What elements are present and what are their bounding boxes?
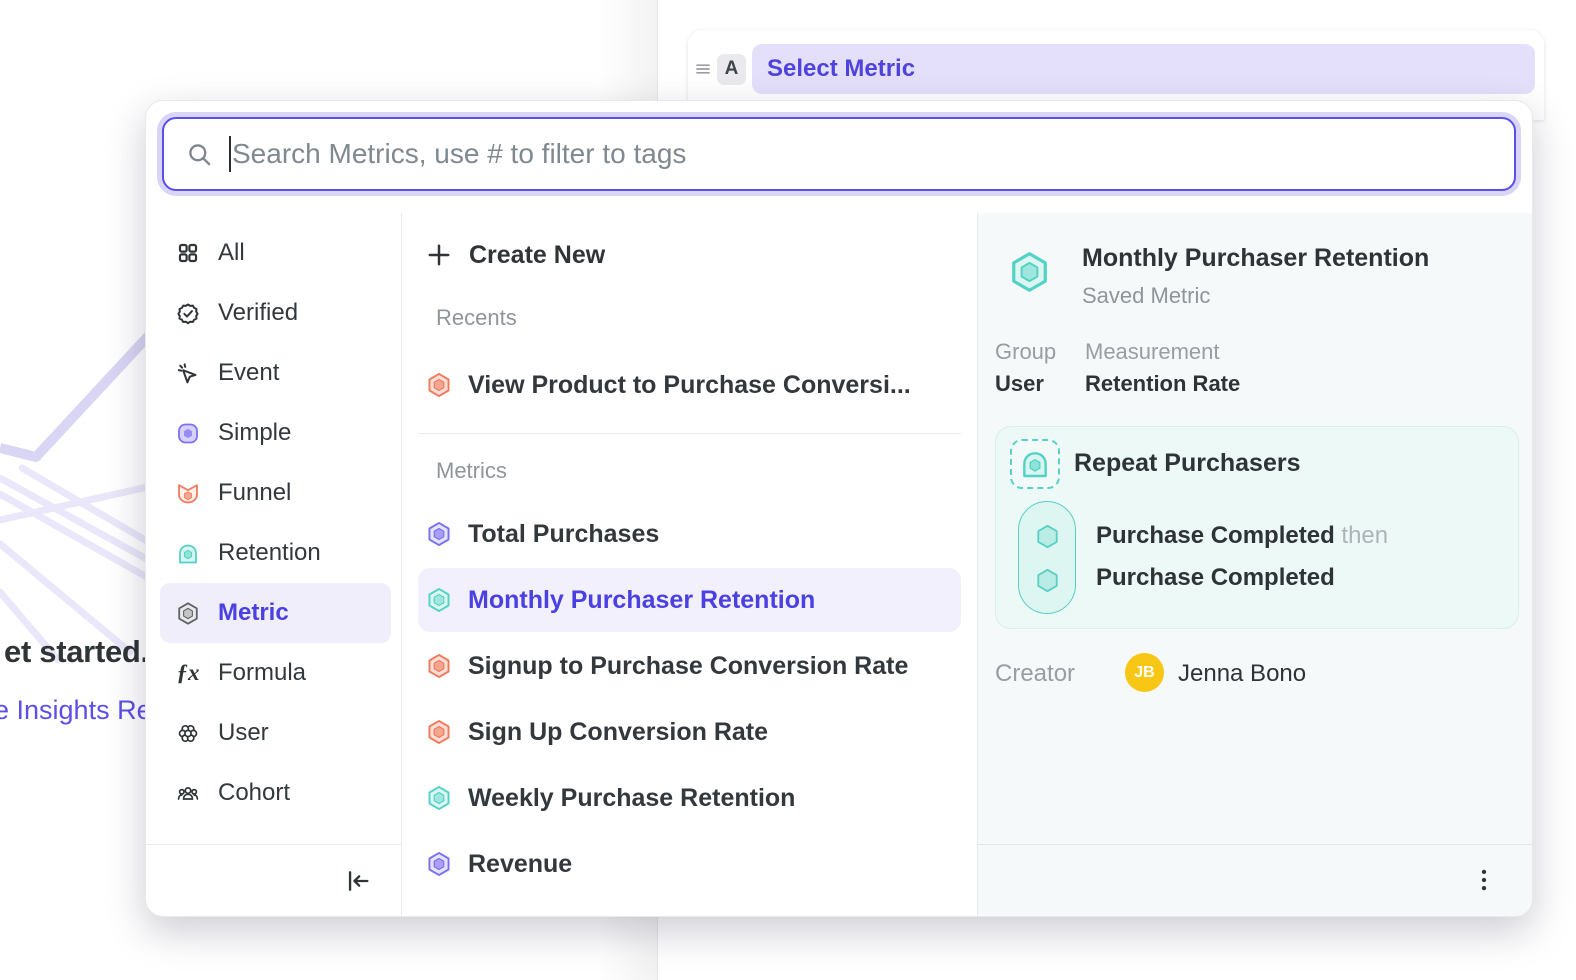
metric-list-item[interactable]: Weekly Purchase Retention	[418, 766, 961, 830]
metric-list-item-selected[interactable]: Monthly Purchaser Retention	[418, 568, 961, 632]
metric-list-item[interactable]: Sign Up Conversion Rate	[418, 700, 961, 764]
collapse-left-icon	[344, 867, 372, 895]
select-metric-label: Select Metric	[767, 55, 915, 83]
event-sequence-capsule	[1018, 501, 1076, 614]
metrics-section-label: Metrics	[436, 458, 977, 484]
metric-detail-panel: Monthly Purchaser Retention Saved Metric…	[977, 213, 1532, 916]
sidebar-item-metric[interactable]: Metric	[160, 583, 391, 643]
measurement-value: Retention Rate	[1085, 371, 1240, 397]
orange-metric-hexagon-icon	[426, 718, 452, 746]
more-options-button[interactable]	[1466, 862, 1502, 898]
metric-list-panel: Create New Recents View Product to Purch…	[402, 213, 977, 916]
sidebar-item-cohort[interactable]: Cohort	[160, 763, 391, 823]
creator-label: Creator	[995, 660, 1075, 688]
teal-metric-hexagon-icon	[426, 784, 452, 812]
select-metric-control[interactable]: Select Metric	[752, 44, 1535, 94]
detail-footer	[978, 844, 1532, 916]
teal-metric-hexagon-icon	[426, 586, 452, 614]
user-cluster-icon	[176, 721, 200, 745]
metric-hexagon-icon	[176, 601, 200, 625]
purple-metric-hexagon-icon	[426, 520, 452, 548]
sidebar-footer	[146, 844, 401, 916]
orange-metric-hexagon-icon	[426, 652, 452, 680]
detail-title: Monthly Purchaser Retention	[1082, 244, 1429, 273]
sidebar-item-event[interactable]: Event	[160, 343, 391, 403]
sidebar-item-formula[interactable]: ƒx Formula	[160, 643, 391, 703]
collapse-sidebar-button[interactable]	[341, 864, 375, 898]
metric-picker-modal: All Verified Event Simple Funnel	[145, 100, 1533, 917]
cohort-people-icon	[176, 781, 200, 805]
background-insights-link[interactable]: e Insights Re	[0, 695, 152, 726]
group-label: Group	[995, 339, 1056, 365]
funnel-icon	[176, 481, 200, 505]
group-value: User	[995, 371, 1044, 397]
measurement-label: Measurement	[1085, 339, 1220, 365]
metric-list-item[interactable]: Revenue	[418, 832, 961, 896]
definition-step-2: Purchase Completed	[1096, 564, 1335, 592]
search-box[interactable]	[162, 117, 1516, 191]
grid-icon	[176, 241, 200, 265]
creator-avatar: JB	[1125, 653, 1164, 692]
sidebar-item-retention[interactable]: Retention	[160, 523, 391, 583]
step-connector: then	[1341, 522, 1388, 549]
text-caret	[229, 136, 231, 172]
creator-name: Jenna Bono	[1178, 660, 1306, 688]
simple-metric-icon	[176, 421, 200, 445]
list-divider	[418, 433, 961, 434]
retention-definition-icon	[1010, 439, 1060, 489]
type-filter-sidebar: All Verified Event Simple Funnel	[146, 213, 402, 916]
recents-section-label: Recents	[436, 305, 977, 331]
sidebar-item-funnel[interactable]: Funnel	[160, 463, 391, 523]
event-hexagon-icon	[1034, 523, 1061, 550]
search-icon	[186, 141, 213, 168]
kebab-menu-icon	[1471, 867, 1497, 893]
cursor-click-icon	[176, 361, 200, 385]
metric-list-item[interactable]: Total Purchases	[418, 502, 961, 566]
purple-metric-hexagon-icon	[426, 850, 452, 878]
retention-icon	[176, 541, 200, 565]
recent-item[interactable]: View Product to Purchase Conversi...	[418, 353, 961, 417]
sidebar-item-verified[interactable]: Verified	[160, 283, 391, 343]
detail-subtitle: Saved Metric	[1082, 283, 1210, 309]
sidebar-item-user[interactable]: User	[160, 703, 391, 763]
formula-fx-icon: ƒx	[176, 661, 200, 685]
background-partial-heading: et started.	[4, 634, 149, 670]
sidebar-item-all[interactable]: All	[160, 223, 391, 283]
create-new-button[interactable]: Create New	[402, 229, 977, 281]
verified-badge-icon	[176, 301, 200, 325]
drag-handle-icon[interactable]	[693, 59, 713, 79]
search-input[interactable]	[232, 138, 1492, 170]
plus-icon	[426, 242, 452, 268]
definition-card: Repeat Purchasers Purchase Completed the…	[995, 426, 1519, 629]
event-hexagon-icon	[1034, 567, 1061, 594]
funnel-metric-hexagon-icon	[426, 371, 452, 399]
decorative-chart-lines	[0, 330, 155, 675]
saved-metric-hexagon-icon	[1008, 250, 1051, 294]
sidebar-item-simple[interactable]: Simple	[160, 403, 391, 463]
metric-list-item[interactable]: Signup to Purchase Conversion Rate	[418, 634, 961, 698]
definition-step-1: Purchase Completed then	[1096, 522, 1388, 550]
definition-name: Repeat Purchasers	[1074, 449, 1301, 478]
metric-row-badge: A	[717, 54, 746, 85]
